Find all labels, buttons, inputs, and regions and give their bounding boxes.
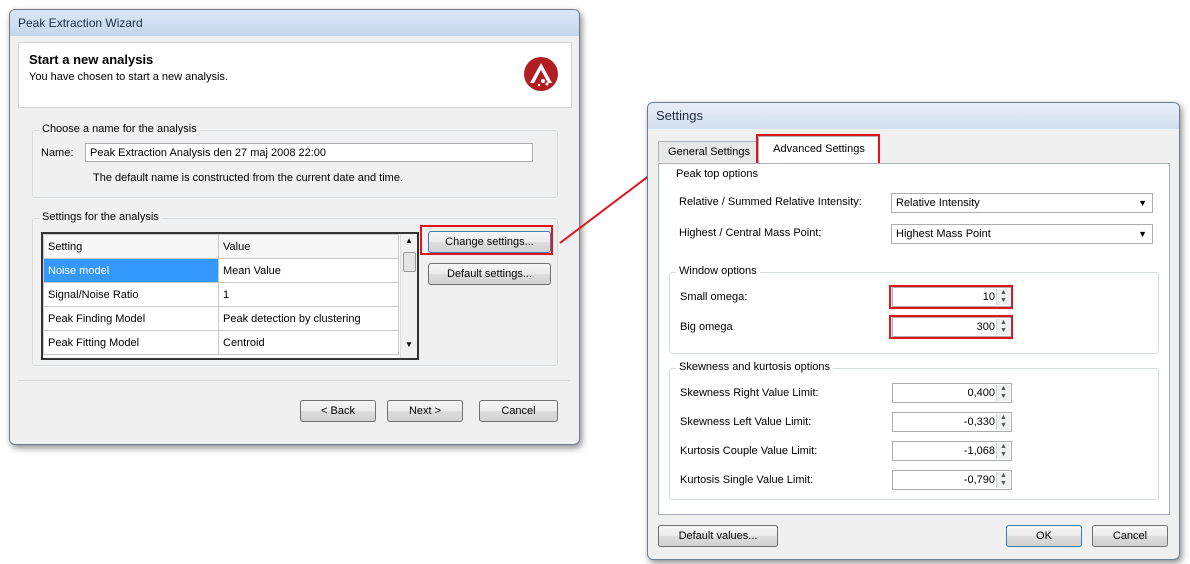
highlight-big-omega bbox=[889, 315, 1013, 339]
skew-left-input[interactable]: -0,330 ▲ ▼ bbox=[892, 412, 1012, 432]
spin-down-icon[interactable]: ▼ bbox=[997, 393, 1010, 401]
value-cell[interactable]: Centroid bbox=[218, 330, 399, 355]
value-cell[interactable]: Mean Value bbox=[218, 258, 399, 283]
skew-kurtosis-group: Skewness and kurtosis options Skewness R… bbox=[669, 361, 1159, 500]
skew-kurtosis-legend: Skewness and kurtosis options bbox=[676, 361, 834, 373]
settings-table: Setting Value Noise model Mean Value Sig… bbox=[41, 232, 419, 360]
spin-up-icon[interactable]: ▲ bbox=[997, 385, 1010, 393]
table-row[interactable]: Peak Fitting Model Centroid bbox=[43, 330, 399, 355]
table-row[interactable]: Signal/Noise Ratio 1 bbox=[43, 282, 399, 307]
intensity-label: Relative / Summed Relative Intensity: bbox=[679, 196, 862, 208]
column-header-value[interactable]: Value bbox=[218, 234, 399, 259]
default-settings-button[interactable]: Default settings... bbox=[428, 263, 551, 285]
peak-top-legend: Peak top options bbox=[673, 168, 761, 180]
spin-down-icon[interactable]: ▼ bbox=[997, 451, 1010, 459]
spin-down-icon[interactable]: ▼ bbox=[997, 422, 1010, 430]
table-scrollbar[interactable]: ▲ ▼ bbox=[400, 234, 417, 358]
kurtosis-couple-value: -1,068 bbox=[963, 445, 995, 457]
wizard-subheading: You have chosen to start a new analysis. bbox=[29, 71, 228, 83]
wizard-titlebar: Peak Extraction Wizard bbox=[10, 10, 579, 36]
highlight-advanced-tab bbox=[756, 134, 880, 166]
table-header-row: Setting Value bbox=[43, 234, 399, 259]
settings-window: Settings General Settings Advanced Setti… bbox=[647, 102, 1180, 560]
value-cell[interactable]: Peak detection by clustering bbox=[218, 306, 399, 331]
highlight-change-settings bbox=[420, 225, 553, 255]
chevron-down-icon: ▼ bbox=[1138, 198, 1147, 208]
skew-right-input[interactable]: 0,400 ▲ ▼ bbox=[892, 383, 1012, 403]
setting-cell[interactable]: Peak Fitting Model bbox=[43, 330, 219, 355]
spin-up-icon[interactable]: ▲ bbox=[997, 443, 1010, 451]
kurtosis-couple-input[interactable]: -1,068 ▲ ▼ bbox=[892, 441, 1012, 461]
kurtosis-couple-label: Kurtosis Couple Value Limit: bbox=[680, 445, 818, 457]
highlight-small-omega bbox=[889, 285, 1013, 309]
app-logo-icon bbox=[523, 56, 559, 92]
kurtosis-single-input[interactable]: -0,790 ▲ ▼ bbox=[892, 470, 1012, 490]
intensity-selected-value: Relative Intensity bbox=[896, 197, 980, 209]
settings-group-legend: Settings for the analysis bbox=[39, 211, 162, 223]
scroll-down-icon[interactable]: ▼ bbox=[401, 340, 417, 349]
skew-left-value: -0,330 bbox=[963, 416, 995, 428]
next-button[interactable]: Next > bbox=[387, 400, 463, 422]
small-omega-label: Small omega: bbox=[680, 291, 748, 303]
spin-up-icon[interactable]: ▲ bbox=[997, 472, 1010, 480]
skew-right-value: 0,400 bbox=[967, 387, 995, 399]
scroll-up-icon[interactable]: ▲ bbox=[401, 236, 417, 245]
window-options-legend: Window options bbox=[676, 265, 760, 277]
wizard-heading: Start a new analysis bbox=[29, 52, 154, 67]
name-hint: The default name is constructed from the… bbox=[93, 172, 403, 184]
tab-general-settings[interactable]: General Settings bbox=[658, 141, 760, 162]
cancel-button[interactable]: Cancel bbox=[479, 400, 558, 422]
mass-selected-value: Highest Mass Point bbox=[896, 228, 991, 240]
column-header-setting[interactable]: Setting bbox=[43, 234, 219, 259]
kurtosis-single-label: Kurtosis Single Value Limit: bbox=[680, 474, 814, 486]
table-row[interactable]: Noise model Mean Value bbox=[43, 258, 399, 283]
skew-right-label: Skewness Right Value Limit: bbox=[680, 387, 819, 399]
back-button[interactable]: < Back bbox=[300, 400, 376, 422]
analysis-name-input[interactable]: Peak Extraction Analysis den 27 maj 2008… bbox=[85, 143, 533, 162]
name-group-legend: Choose a name for the analysis bbox=[39, 123, 200, 135]
value-cell[interactable]: 1 bbox=[218, 282, 399, 307]
spin-up-icon[interactable]: ▲ bbox=[997, 414, 1010, 422]
setting-cell[interactable]: Peak Finding Model bbox=[43, 306, 219, 331]
setting-cell[interactable]: Noise model bbox=[43, 258, 219, 283]
skew-left-label: Skewness Left Value Limit: bbox=[680, 416, 812, 428]
advanced-settings-panel: Peak top options Relative / Summed Relat… bbox=[658, 163, 1170, 515]
default-values-button[interactable]: Default values... bbox=[658, 525, 778, 547]
intensity-select[interactable]: Relative Intensity ▼ bbox=[891, 193, 1153, 213]
wizard-divider bbox=[18, 380, 570, 381]
ok-button[interactable]: OK bbox=[1006, 525, 1082, 547]
settings-cancel-button[interactable]: Cancel bbox=[1092, 525, 1168, 547]
setting-cell[interactable]: Signal/Noise Ratio bbox=[43, 282, 219, 307]
scroll-thumb[interactable] bbox=[403, 252, 416, 272]
name-label: Name: bbox=[41, 147, 74, 159]
big-omega-label: Big omega bbox=[680, 321, 733, 333]
settings-titlebar: Settings bbox=[648, 103, 1179, 129]
wizard-header: Start a new analysis You have chosen to … bbox=[18, 42, 572, 108]
kurtosis-single-value: -0,790 bbox=[963, 474, 995, 486]
chevron-down-icon: ▼ bbox=[1138, 229, 1147, 239]
table-row[interactable]: Peak Finding Model Peak detection by clu… bbox=[43, 306, 399, 331]
name-group: Choose a name for the analysis Name: Pea… bbox=[32, 123, 558, 198]
spin-down-icon[interactable]: ▼ bbox=[997, 480, 1010, 488]
mass-select[interactable]: Highest Mass Point ▼ bbox=[891, 224, 1153, 244]
peak-top-group: Peak top options Relative / Summed Relat… bbox=[667, 168, 1161, 264]
mass-label: Highest / Central Mass Point: bbox=[679, 227, 822, 239]
